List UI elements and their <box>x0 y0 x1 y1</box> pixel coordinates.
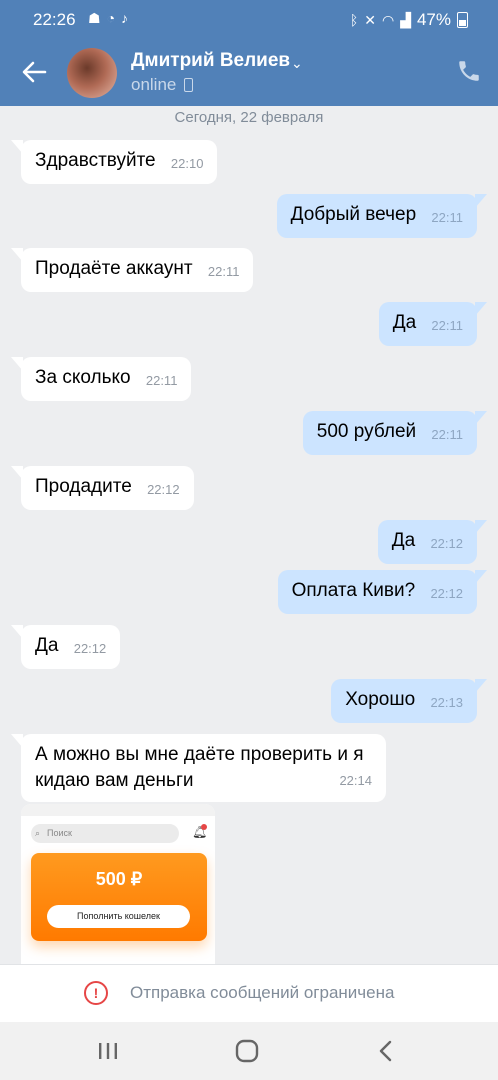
notification-icon: ☗ <box>88 10 101 26</box>
wallet-balance: 500 ₽ <box>95 869 143 889</box>
message-time: 22:11 <box>431 318 463 333</box>
status-left-icons: ☗ ◔ ♪ <box>88 10 128 27</box>
message-time: 22:12 <box>430 536 463 551</box>
chat-area[interactable]: Сегодня, 22 февраля Здравствуйте 22:10 Д… <box>0 106 498 964</box>
message-time: 22:12 <box>73 641 107 656</box>
message-time: 22:12 <box>147 482 180 497</box>
message-text: А можно вы мне даёте проверить и я кидаю… <box>35 744 364 791</box>
screenshot-search-placeholder: Поиск <box>47 828 72 838</box>
battery-percent: 47% <box>416 10 451 29</box>
restricted-text: Отправка сообщений ограничена <box>130 983 395 1002</box>
home-icon[interactable] <box>231 1036 263 1066</box>
message-text: Хорошо <box>345 689 416 710</box>
top-bar: 22:26 ☗ ◔ ♪ ᛒ ✕ ◠ ▟ 47% Дмитрий Велиев ⌄… <box>0 0 498 106</box>
message-bubble-outgoing[interactable]: Добрый вечер 22:11 <box>276 194 488 238</box>
status-right: ᛒ ✕ ◠ ▟ 47% <box>350 10 468 30</box>
message-bubble-outgoing[interactable]: 500 рублей 22:11 <box>302 411 488 455</box>
date-separator: Сегодня, 22 февраля <box>174 109 324 126</box>
search-icon: ⌕ <box>35 828 41 838</box>
message-time: 22:12 <box>430 586 463 601</box>
message-text: За сколько <box>35 367 131 388</box>
message-text: Да <box>35 635 59 656</box>
message-text: Да <box>391 530 416 551</box>
message-text: 500 рублей <box>316 421 417 442</box>
message-bubble-outgoing[interactable]: Да 22:11 <box>378 302 488 346</box>
battery-icon <box>457 12 468 28</box>
screenshot-status-bar <box>21 804 215 816</box>
message-text: Добрый вечер <box>290 204 417 225</box>
message-time: 22:14 <box>339 773 372 788</box>
message-bubble-incoming[interactable]: Да 22:12 <box>10 625 121 669</box>
message-time: 22:10 <box>170 156 204 171</box>
bluetooth-icon: ᛒ <box>349 12 359 28</box>
back-arrow-icon[interactable] <box>20 58 48 86</box>
message-time: 22:11 <box>431 210 463 225</box>
status-bar: 22:26 ☗ ◔ ♪ ᛒ ✕ ◠ ▟ 47% <box>0 0 498 40</box>
message-text: Да <box>392 312 417 333</box>
avatar[interactable] <box>67 48 117 98</box>
message-text: Здравствуйте <box>35 150 156 171</box>
back-nav-icon[interactable] <box>370 1036 402 1066</box>
message-bubble-incoming[interactable]: За сколько 22:11 <box>10 357 192 401</box>
message-bubble-incoming[interactable]: Продаёте аккаунт 22:11 <box>10 248 254 292</box>
status-time: 22:26 <box>33 10 76 29</box>
message-bubble-outgoing[interactable]: Да 22:12 <box>377 520 488 564</box>
wifi-icon: ◠ <box>381 11 395 28</box>
contact-status: online <box>131 75 194 95</box>
message-bubble-incoming[interactable]: Здравствуйте 22:10 <box>10 140 218 184</box>
message-time: 22:11 <box>145 373 178 388</box>
system-nav-bar <box>0 1022 498 1080</box>
online-status-text: online <box>131 75 177 94</box>
message-bubble-outgoing[interactable]: Хорошо 22:13 <box>331 679 487 723</box>
recent-apps-icon[interactable] <box>92 1036 124 1066</box>
wallet-card: 500 ₽ Пополнить кошелек <box>31 853 207 941</box>
message-text: Продадите <box>35 476 132 497</box>
message-time: 22:13 <box>430 695 463 710</box>
message-bubble-incoming[interactable]: А можно вы мне даёте проверить и я кидаю… <box>11 734 386 802</box>
tiktok-icon: ♪ <box>121 10 129 26</box>
message-bubble-incoming[interactable]: Продадите 22:12 <box>11 466 194 510</box>
contact-name[interactable]: Дмитрий Велиев <box>131 50 290 72</box>
signal-icon: ▟ <box>400 11 411 28</box>
mobile-icon <box>184 78 194 92</box>
topup-button: Пополнить кошелек <box>47 905 190 928</box>
message-time: 22:11 <box>431 427 463 442</box>
chat-header: Дмитрий Велиев ⌄ online <box>0 40 498 106</box>
message-text: Оплата Киви? <box>291 580 416 601</box>
screenshot-search-field: ⌕ Поиск <box>31 824 179 843</box>
chevron-down-icon[interactable]: ⌄ <box>291 55 303 72</box>
message-text: Продаёте аккаунт <box>35 258 193 279</box>
message-bubble-outgoing[interactable]: Оплата Киви? 22:12 <box>277 570 488 614</box>
incognito-icon: ◔ <box>106 10 116 26</box>
phone-call-icon[interactable] <box>456 58 482 84</box>
message-time: 22:11 <box>207 264 240 279</box>
notification-dot <box>201 824 207 830</box>
messaging-restricted-bar: ! Отправка сообщений ограничена <box>0 964 498 1022</box>
warning-icon: ! <box>84 981 108 1005</box>
mute-icon: ✕ <box>364 11 376 28</box>
image-attachment[interactable]: ⌕ Поиск 🔔︎ 500 ₽ Пополнить кошелек <box>21 804 215 964</box>
